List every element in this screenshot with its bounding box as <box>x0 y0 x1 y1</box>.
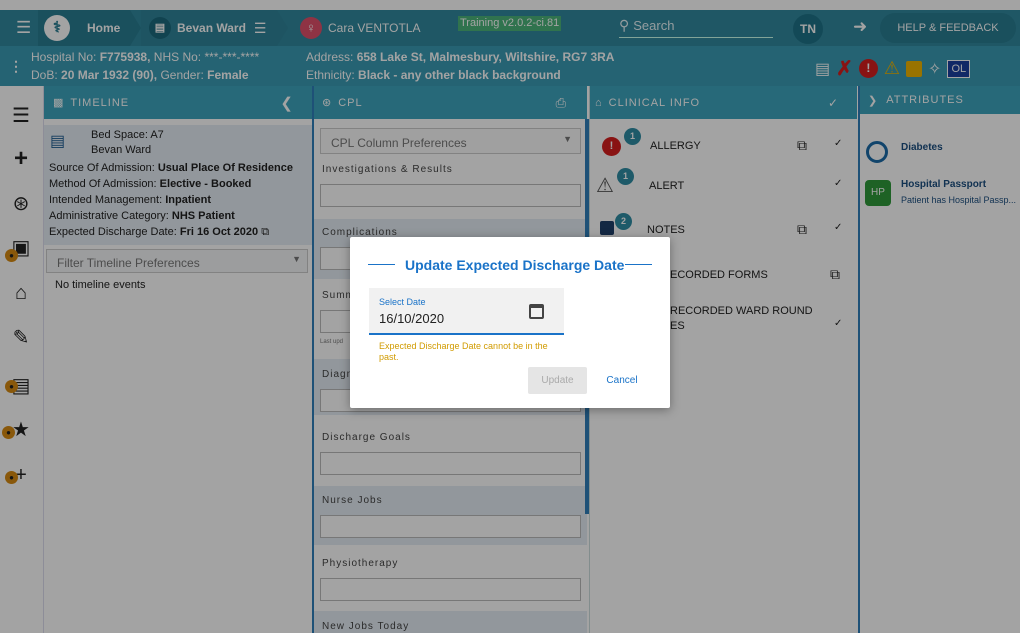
cancel-button[interactable]: Cancel <box>596 367 648 394</box>
update-discharge-dialog: Update Expected Discharge Date Select Da… <box>350 237 670 408</box>
calendar-icon[interactable] <box>529 304 544 319</box>
date-error-message: Expected Discharge Date cannot be in the… <box>379 341 548 362</box>
dialog-title-rule-left <box>368 264 395 265</box>
date-field[interactable]: Select Date 16/10/2020 <box>369 288 564 335</box>
date-field-label: Select Date <box>379 297 426 307</box>
dialog-title-rule-right <box>625 264 652 265</box>
date-field-value: 16/10/2020 <box>379 311 445 326</box>
update-button[interactable]: Update <box>528 367 587 394</box>
dialog-title: Update Expected Discharge Date <box>405 257 625 273</box>
